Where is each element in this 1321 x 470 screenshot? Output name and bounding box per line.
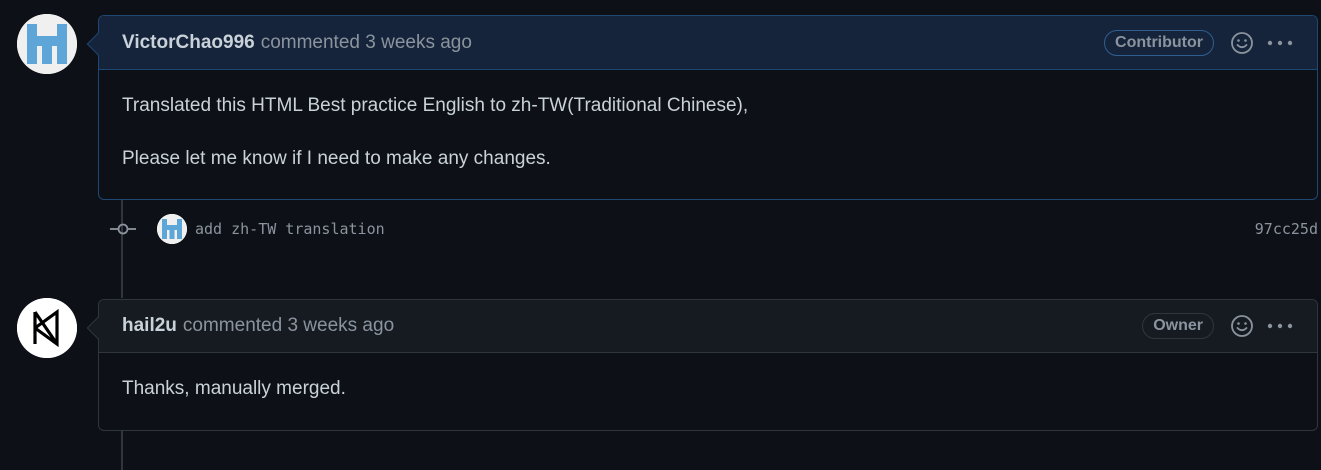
comment-timestamp[interactable]: commented 3 weeks ago — [183, 315, 394, 337]
more-options-button[interactable] — [1266, 31, 1294, 55]
timeline-connector — [121, 430, 123, 470]
git-commit-icon — [110, 216, 136, 242]
smiley-icon — [1231, 31, 1253, 54]
add-reaction-button[interactable] — [1230, 314, 1254, 338]
comment-paragraph: Please let me know if I need to make any… — [122, 148, 551, 169]
role-badge: Owner — [1142, 313, 1214, 339]
more-options-button[interactable] — [1266, 314, 1294, 338]
avatar[interactable] — [17, 298, 77, 358]
kebab-horizontal-icon — [1267, 323, 1293, 329]
comment-header: hail2u commented 3 weeks ago Owner — [99, 300, 1317, 353]
comment-body: Thanks, manually merged. — [99, 353, 1317, 424]
identicon-avatar-icon — [17, 14, 77, 74]
comment-paragraph: Thanks, manually merged. — [122, 378, 346, 399]
comment-paragraph: Translated this HTML Best practice Engli… — [122, 95, 749, 116]
comment-author-link[interactable]: VictorChao996 — [122, 32, 255, 54]
comment: hail2u commented 3 weeks ago Owner Thank… — [86, 299, 1318, 431]
commit-author-avatar[interactable] — [157, 214, 187, 244]
comment: VictorChao996 commented 3 weeks ago Cont… — [86, 15, 1318, 200]
comment-body: Translated this HTML Best practice Engli… — [99, 70, 1317, 194]
commit-sha-link[interactable]: 97cc25d — [1255, 220, 1318, 238]
identicon-avatar-icon — [157, 214, 187, 244]
avatar[interactable] — [17, 14, 77, 74]
comment-header: VictorChao996 commented 3 weeks ago Cont… — [99, 16, 1317, 70]
commit-event: add zh-TW translation 97cc25d — [110, 212, 1318, 246]
hail2u-logo-icon — [17, 298, 77, 358]
comment-timestamp[interactable]: commented 3 weeks ago — [261, 32, 472, 54]
role-badge: Contributor — [1104, 29, 1214, 56]
comment-author-link[interactable]: hail2u — [122, 315, 177, 337]
smiley-icon — [1231, 315, 1253, 337]
kebab-horizontal-icon — [1267, 40, 1293, 45]
add-reaction-button[interactable] — [1230, 31, 1254, 55]
commit-message-link[interactable]: add zh-TW translation — [195, 220, 385, 238]
